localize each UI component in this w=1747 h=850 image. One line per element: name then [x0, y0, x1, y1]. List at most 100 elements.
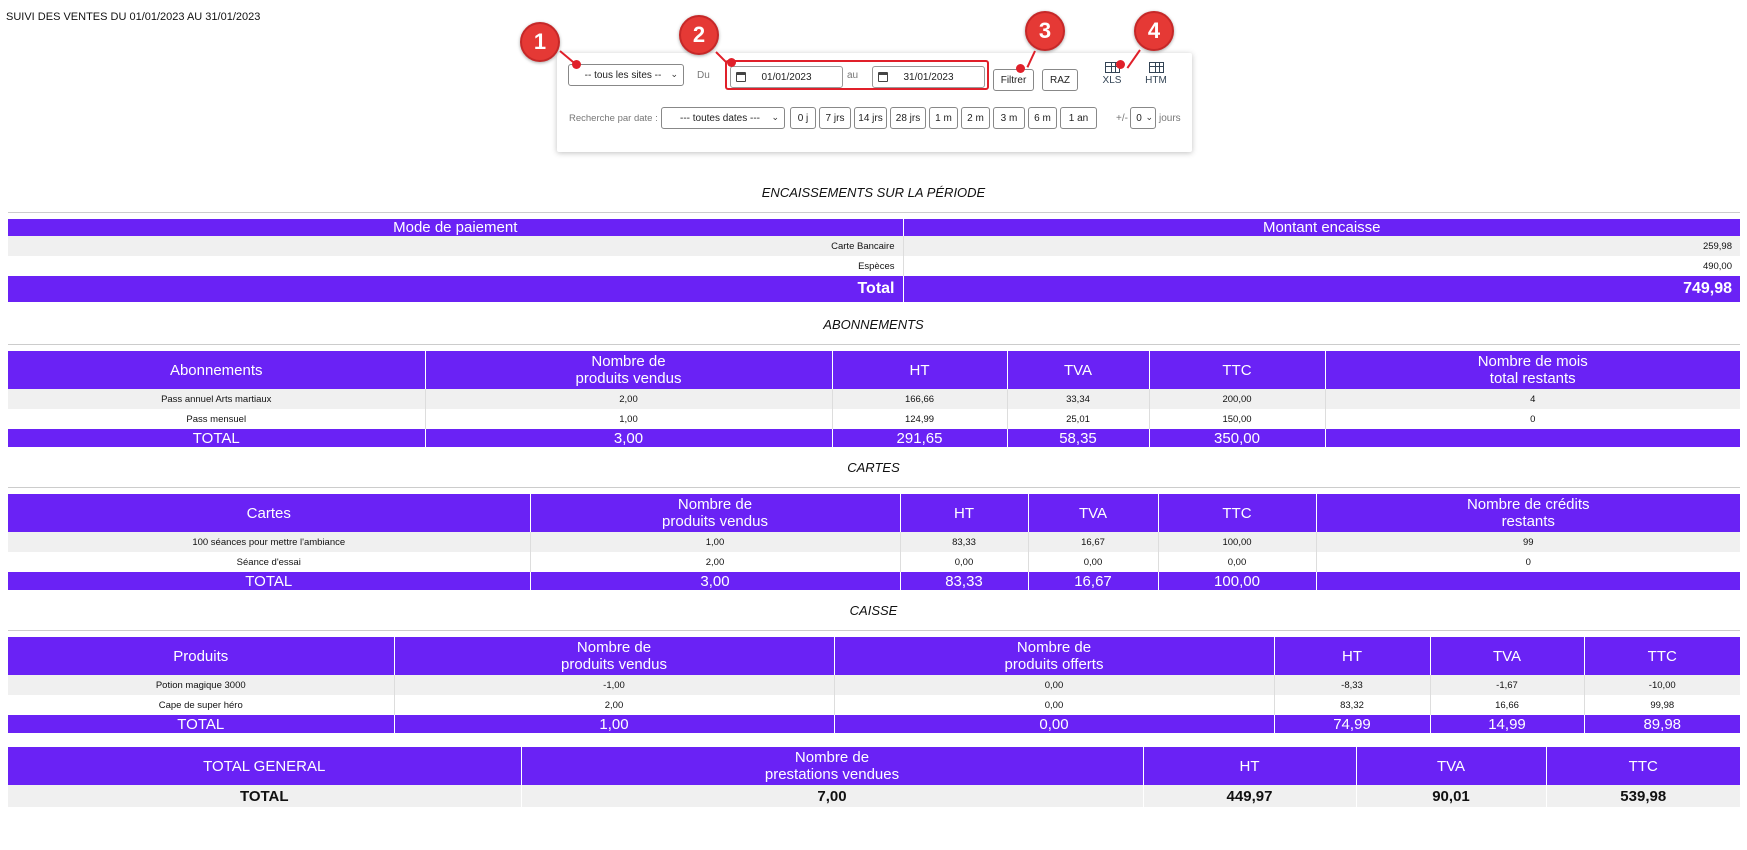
grand-total-row: TOTAL 7,00 449,97 90,01 539,98 — [8, 785, 1740, 807]
column-header-line: HT — [1239, 757, 1260, 775]
cartes-table: Cartes Nombre de produits vendus HT TVA TTC No… — [8, 494, 1740, 590]
value-cell: 99,98 — [1583, 695, 1740, 715]
export-htm-button[interactable]: HTM — [1139, 62, 1173, 86]
value-cell: 83,33 — [899, 532, 1028, 552]
marker-2: 2 — [679, 15, 719, 55]
column-header: HT — [899, 494, 1028, 532]
column-header-line: HT — [909, 361, 930, 379]
total-row: Total 749,98 — [8, 276, 1740, 302]
column-header-line: TVA — [1436, 757, 1466, 775]
value-cell: 4 — [1324, 389, 1740, 409]
value-cell: 99 — [1315, 532, 1740, 552]
marker-1-dot — [572, 60, 581, 69]
value-cell: 1,00 — [424, 409, 832, 429]
total-value-cell: 16,67 — [1027, 572, 1158, 590]
total-value-cell: 89,98 — [1583, 715, 1740, 733]
page-title: SUIVI DES VENTES DU 01/01/2023 AU 31/01/… — [6, 11, 261, 23]
value-cell: 0,00 — [833, 675, 1274, 695]
value-cell: 0,00 — [833, 695, 1274, 715]
column-header: TVA — [1355, 747, 1546, 785]
total-value-cell: 1,00 — [393, 715, 834, 733]
amount-cell: 259,98 — [902, 236, 1740, 256]
quick-range-button[interactable]: 28 jrs — [890, 107, 926, 129]
quick-range-button[interactable]: 2 m — [961, 107, 990, 129]
quick-range-button[interactable]: 14 jrs — [854, 107, 887, 129]
total-label-cell: Total — [8, 276, 903, 302]
marker-4-dot — [1116, 60, 1125, 69]
column-header-line: total restants — [1489, 370, 1576, 387]
marker-1: 1 — [520, 22, 560, 62]
total-value-cell: 74,99 — [1273, 715, 1430, 733]
value-cell: -1,67 — [1429, 675, 1584, 695]
quick-range-button[interactable]: 6 m — [1028, 107, 1057, 129]
payment-mode-cell: Espèces — [8, 256, 903, 276]
column-header-line: TTC — [1222, 361, 1252, 379]
column-header-line: HT — [954, 504, 974, 522]
site-select[interactable]: -- tous les sites -- ⌄ — [568, 64, 684, 86]
column-header: Nombre de mois total restants — [1324, 351, 1740, 389]
total-row: TOTAL 3,00 291,65 58,35 350,00 — [8, 429, 1740, 447]
table-row: Séance d'essai 2,00 0,00 0,00 0,00 0 — [8, 552, 1740, 572]
total-value-cell: 0,00 — [833, 715, 1274, 733]
value-cell: 150,00 — [1148, 409, 1325, 429]
column-header: TTC — [1545, 747, 1740, 785]
jours-label: jours — [1159, 113, 1181, 124]
value-cell: 0,00 — [1157, 552, 1316, 572]
cartes-title: CARTES — [847, 460, 900, 475]
quick-range-button[interactable]: 7 jrs — [819, 107, 851, 129]
column-header: Montant encaisse — [902, 219, 1740, 236]
value-cell: 2,00 — [393, 695, 834, 715]
total-value-cell — [1315, 572, 1740, 590]
offset-select[interactable]: 0 ⌄ — [1130, 107, 1156, 129]
product-name-cell: Potion magique 3000 — [8, 675, 394, 695]
column-header: Nombre de prestations vendues — [520, 747, 1143, 785]
total-row: TOTAL 3,00 83,33 16,67 100,00 — [8, 572, 1740, 590]
encaissements-title: ENCAISSEMENTS SUR LA PÉRIODE — [761, 185, 986, 200]
value-cell: 100,00 — [1157, 532, 1316, 552]
column-header-line: Nombre de crédits — [1466, 496, 1590, 513]
column-header-line: produits vendus — [575, 370, 682, 387]
product-name-cell: Pass mensuel — [8, 409, 425, 429]
search-by-date-label: Recherche par date : — [569, 113, 658, 124]
column-header: TVA — [1027, 494, 1158, 532]
column-header: TTC — [1157, 494, 1316, 532]
column-header-line: Cartes — [246, 504, 291, 522]
total-value-cell — [1324, 429, 1740, 447]
total-row: TOTAL 1,00 0,00 74,99 14,99 89,98 — [8, 715, 1740, 733]
value-cell: 2,00 — [529, 552, 900, 572]
quick-range-button[interactable]: 1 an — [1060, 107, 1097, 129]
column-header-line: TTC — [1222, 504, 1252, 522]
total-value-cell: 291,65 — [831, 429, 1007, 447]
reset-button[interactable]: RAZ — [1042, 69, 1078, 91]
column-header: Cartes — [8, 494, 530, 532]
filter-button[interactable]: Filtrer — [993, 69, 1034, 91]
column-header: Nombre de crédits restants — [1315, 494, 1740, 532]
total-value-cell: 449,97 — [1142, 785, 1356, 807]
chevron-down-icon: ⌄ — [771, 112, 779, 122]
marker-4: 4 — [1134, 11, 1174, 51]
date-range-highlight — [725, 60, 989, 90]
value-cell: -8,33 — [1273, 675, 1430, 695]
divider — [8, 487, 1740, 488]
column-header: TOTAL GENERAL — [8, 747, 521, 785]
amount-cell: 490,00 — [902, 256, 1740, 276]
product-name-cell: Cape de super héro — [8, 695, 394, 715]
dates-select[interactable]: --- toutes dates --- ⌄ — [661, 107, 785, 129]
quick-range-button[interactable]: 3 m — [993, 107, 1025, 129]
abonnements-title: ABONNEMENTS — [823, 317, 924, 332]
column-header: TTC — [1583, 637, 1740, 675]
total-value-cell: 3,00 — [529, 572, 900, 590]
value-cell: 83,32 — [1273, 695, 1430, 715]
column-header: HT — [1273, 637, 1430, 675]
value-cell: -1,00 — [393, 675, 834, 695]
total-amount-cell: 749,98 — [902, 276, 1740, 302]
value-cell: -10,00 — [1583, 675, 1740, 695]
column-header-line: TVA — [1078, 504, 1108, 522]
total-value-cell: 90,01 — [1355, 785, 1546, 807]
value-cell: 0 — [1315, 552, 1740, 572]
total-label-cell: TOTAL — [8, 572, 530, 590]
quick-range-button[interactable]: 0 j — [790, 107, 816, 129]
quick-range-button[interactable]: 1 m — [929, 107, 958, 129]
column-header-line: Produits — [173, 647, 229, 665]
divider — [8, 630, 1740, 631]
